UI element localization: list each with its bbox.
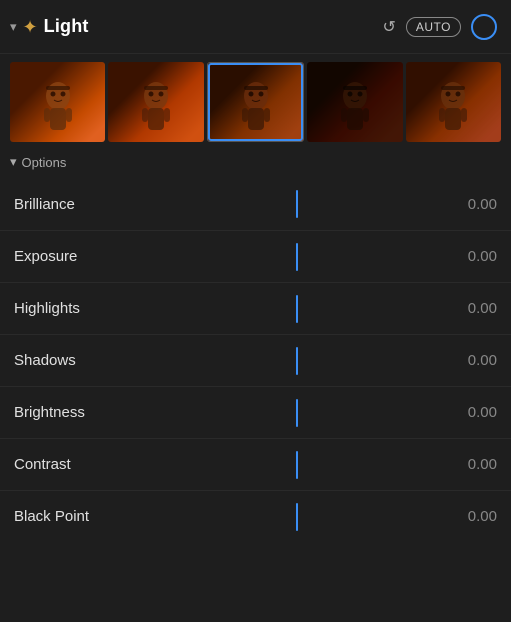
black-point-value: 0.00 <box>449 508 497 525</box>
brilliance-slider-thumb <box>296 190 298 218</box>
toggle-circle-button[interactable] <box>471 14 497 40</box>
thumbnail-0[interactable] <box>10 62 105 142</box>
highlights-slider-thumb <box>296 295 298 323</box>
highlights-label: Highlights <box>14 300 144 317</box>
shadows-value: 0.00 <box>449 352 497 369</box>
options-header[interactable]: ▾ Options <box>0 150 511 174</box>
exposure-value: 0.00 <box>449 248 497 265</box>
black-point-label: Black Point <box>14 508 144 525</box>
shadows-label: Shadows <box>14 352 144 369</box>
face-illustration-0 <box>36 72 80 132</box>
options-chevron-icon: ▾ <box>10 154 17 170</box>
header-controls: ↺ AUTO <box>382 14 497 40</box>
slider-row-black-point[interactable]: Black Point 0.00 <box>0 490 511 542</box>
face-illustration-4 <box>431 72 475 132</box>
shadows-slider-thumb <box>296 347 298 375</box>
contrast-slider-thumb <box>296 451 298 479</box>
slider-row-shadows[interactable]: Shadows 0.00 <box>0 334 511 386</box>
contrast-value: 0.00 <box>449 456 497 473</box>
face-illustration-3 <box>333 72 377 132</box>
highlights-value: 0.00 <box>449 300 497 317</box>
brightness-slider-thumb <box>296 399 298 427</box>
black-point-slider-track[interactable] <box>144 491 449 542</box>
brightness-label: Brightness <box>14 404 144 421</box>
brilliance-slider-track[interactable] <box>144 178 449 230</box>
options-label: Options <box>22 155 67 170</box>
shadows-slider-track[interactable] <box>144 335 449 386</box>
thumbnail-1[interactable] <box>108 62 203 142</box>
exposure-slider-track[interactable] <box>144 231 449 282</box>
exposure-slider-thumb <box>296 243 298 271</box>
slider-row-highlights[interactable]: Highlights 0.00 <box>0 282 511 334</box>
light-panel: ▾ ✦ Light ↺ AUTO <box>0 0 511 622</box>
thumbnail-3[interactable] <box>307 62 402 142</box>
contrast-slider-track[interactable] <box>144 439 449 490</box>
brilliance-label: Brilliance <box>14 196 144 213</box>
slider-row-brightness[interactable]: Brightness 0.00 <box>0 386 511 438</box>
collapse-chevron-icon[interactable]: ▾ <box>10 20 17 33</box>
slider-row-exposure[interactable]: Exposure 0.00 <box>0 230 511 282</box>
auto-badge[interactable]: AUTO <box>406 17 461 37</box>
exposure-label: Exposure <box>14 248 144 265</box>
contrast-label: Contrast <box>14 456 144 473</box>
undo-icon[interactable]: ↺ <box>382 17 395 37</box>
face-illustration-1 <box>134 72 178 132</box>
thumbnails-strip <box>0 54 511 150</box>
black-point-slider-thumb <box>296 503 298 531</box>
thumbnail-2[interactable] <box>207 62 304 142</box>
slider-row-contrast[interactable]: Contrast 0.00 <box>0 438 511 490</box>
brilliance-value: 0.00 <box>449 196 497 213</box>
face-illustration-2 <box>234 72 278 132</box>
header-left: ▾ ✦ Light <box>10 16 382 37</box>
thumbnail-4[interactable] <box>406 62 501 142</box>
slider-row-brilliance[interactable]: Brilliance 0.00 <box>0 178 511 230</box>
brightness-slider-track[interactable] <box>144 387 449 438</box>
brightness-value: 0.00 <box>449 404 497 421</box>
section-title: Light <box>44 16 89 37</box>
sliders-section: Brilliance 0.00 Exposure 0.00 Highlights… <box>0 174 511 622</box>
highlights-slider-track[interactable] <box>144 283 449 334</box>
section-header: ▾ ✦ Light ↺ AUTO <box>0 0 511 54</box>
light-sun-icon: ✦ <box>23 18 38 36</box>
